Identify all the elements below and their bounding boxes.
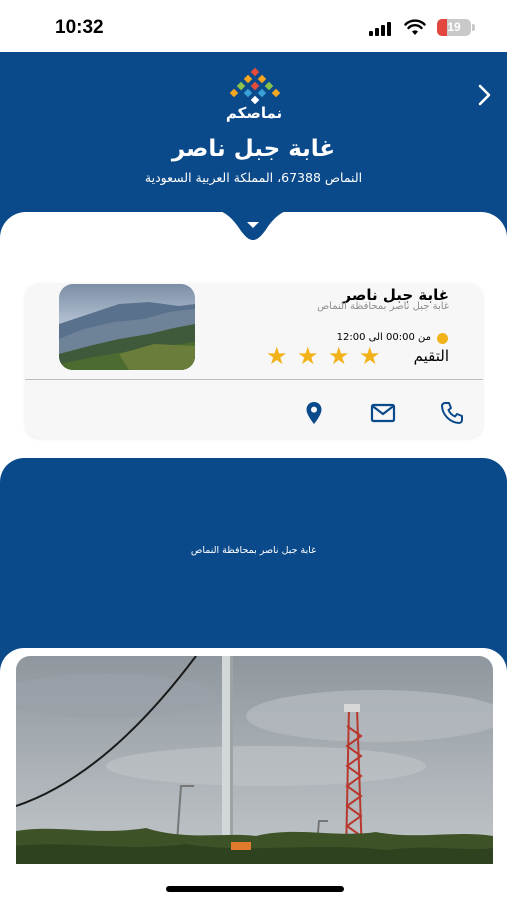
star-icon: ★ xyxy=(359,342,381,370)
star-icon: ★ xyxy=(266,342,288,370)
battery-tip xyxy=(472,24,475,31)
wifi-icon xyxy=(404,19,426,35)
rating-stars: ★ ★ ★ ★ xyxy=(266,344,388,368)
status-time: 10:32 xyxy=(55,17,104,38)
clock-icon xyxy=(437,333,448,344)
cellular-signal-icon xyxy=(369,22,395,36)
about-text: غابة جبل ناصر بمحافظة النماص xyxy=(190,545,317,556)
star-icon: ★ xyxy=(328,342,350,370)
mail-icon[interactable] xyxy=(370,400,396,426)
status-bar: 10:32 19 xyxy=(0,0,507,52)
home-indicator[interactable] xyxy=(166,886,344,892)
divider xyxy=(25,379,483,380)
opening-hours: من 00:00 الى 12:00 xyxy=(336,332,431,343)
battery-icon: 19 xyxy=(437,19,471,36)
place-description: غابة جبل ناصر بمحافظة النماص xyxy=(317,301,449,312)
brand-name: نماصكم xyxy=(225,104,283,122)
place-photo[interactable] xyxy=(16,656,493,864)
brand-logo-icon xyxy=(229,67,281,105)
location-pin-icon[interactable] xyxy=(301,400,327,426)
about-section xyxy=(0,458,507,672)
back-chevron-icon[interactable] xyxy=(472,83,496,107)
page-title: غابة جبل ناصر xyxy=(171,136,336,162)
place-thumbnail[interactable] xyxy=(59,284,195,370)
collapse-notch[interactable] xyxy=(205,208,301,242)
battery-level: 19 xyxy=(447,20,461,34)
address: النماص 67388، المملكة العربية السعودية xyxy=(144,170,363,185)
rating-label: التقيم xyxy=(413,347,449,365)
phone-icon[interactable] xyxy=(439,400,465,426)
star-icon: ★ xyxy=(297,342,319,370)
